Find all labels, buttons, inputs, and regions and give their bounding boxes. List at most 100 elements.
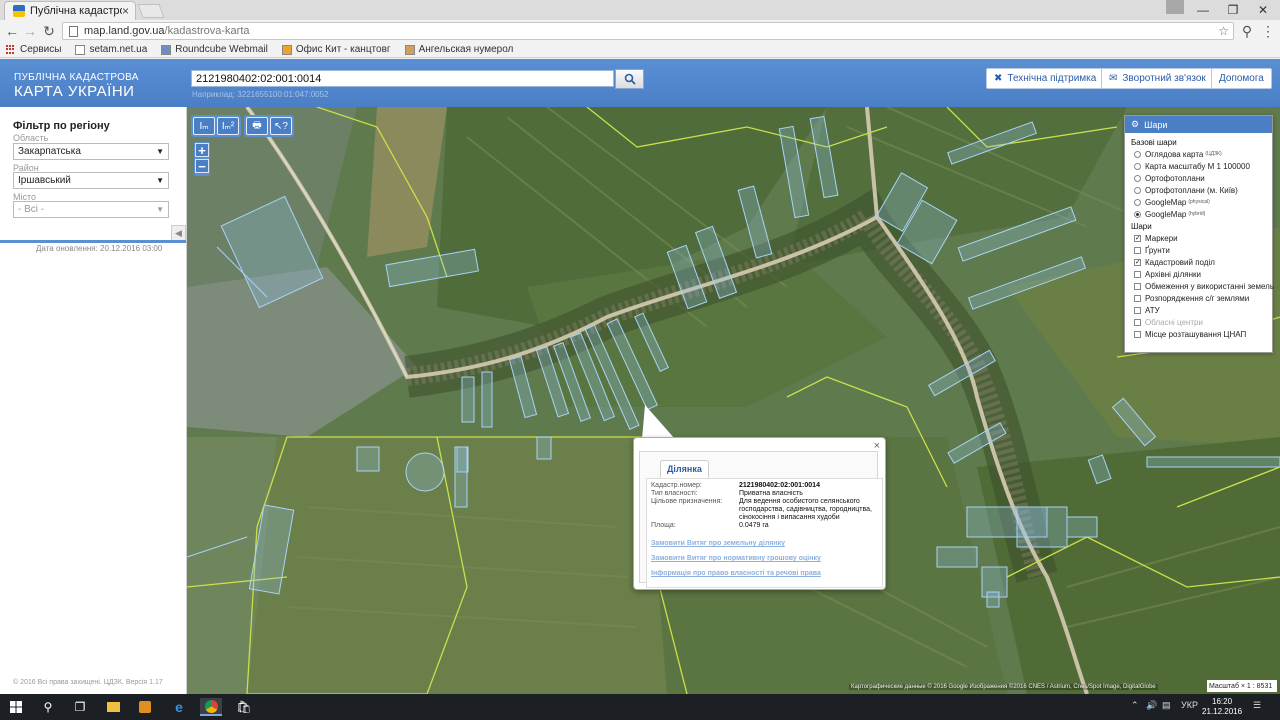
collapse-sidebar-button[interactable]: ◀ [171,225,186,241]
radio-button[interactable] [1134,210,1141,218]
checkbox[interactable]: ✓ [1134,234,1141,242]
order-valuation-link[interactable]: Замовити Витяг про нормативну грошову оц… [651,555,878,562]
page-info-icon[interactable] [69,25,78,37]
overlay-layer-option[interactable]: Ґрунти [1125,244,1272,256]
bookmark-label: Roundcube Webmail [175,44,268,55]
taskbar-clock[interactable]: 16:20 21.12.2016 [1202,697,1242,717]
base-layer-label: Ортофотоплани [1145,173,1205,183]
measure-area-button[interactable]: Iₘ² [217,117,239,135]
bookmark-angel[interactable]: Ангельская нумерол [404,44,513,55]
search-taskbar-icon[interactable]: ⚲ [37,698,59,716]
overlay-layer-label: Місце розташування ЦНАП [1145,329,1247,339]
base-layers-list: Оглядова карта (ЦДЗК) Карта масштабу М 1 1… [1125,148,1272,220]
logo-subtitle[interactable]: ПУБЛІЧНА КАДАСТРОВА [14,72,139,83]
chrome-taskbar-icon[interactable] [200,698,222,716]
overlay-layer-option[interactable]: ✓ Маркери [1125,232,1272,244]
overlay-layer-option[interactable]: АТУ [1125,304,1272,316]
search-button[interactable] [615,69,644,89]
map-scale: Масштаб × 1 : 8531 [1207,680,1277,692]
ownership-type: Приватна власність [739,490,803,497]
bookmark-roundcube[interactable]: Roundcube Webmail [161,44,268,55]
update-date: Дата оновлення: 20.12.2016 03:00 [36,244,163,253]
radio-button[interactable] [1134,198,1141,206]
oblast-select[interactable]: Закарпатська ▼ [13,143,169,160]
checkbox[interactable]: ✓ [1134,258,1141,266]
tab-parcel[interactable]: Ділянка [660,460,709,478]
checkbox[interactable] [1134,330,1141,338]
back-icon[interactable]: ← [3,22,21,40]
windows-logo-icon [10,701,22,713]
zoom-out-button[interactable]: − [195,159,209,174]
layers-header[interactable]: ⚙ Шари [1125,116,1272,133]
measure-distance-button[interactable]: Iₘ [193,117,215,135]
order-extract-link[interactable]: Замовити Витяг про земельну ділянку [651,540,878,547]
browser-toolbar: ← → ↻ map.land.gov.ua/kadastrova-karta ☆… [0,20,1280,42]
edge-browser-icon[interactable]: e [168,698,190,716]
radio-button[interactable] [1134,174,1141,182]
overlay-layer-option[interactable]: Місце розташування ЦНАП [1125,328,1272,340]
media-player-icon[interactable] [134,698,156,716]
search-icon [624,73,636,85]
base-layer-option[interactable]: GoogleMap (hybrid) [1125,208,1272,220]
checkbox[interactable] [1134,246,1141,254]
maximize-icon[interactable]: ❐ [1216,0,1250,20]
base-layer-option[interactable]: Оглядова карта (ЦДЗК) [1125,148,1272,160]
overlay-layer-option[interactable]: Архівні ділянки [1125,268,1272,280]
feedback-button[interactable]: ✉ Зворотний зв'язок [1101,68,1214,89]
bookmark-star-icon[interactable]: ☆ [1218,24,1229,38]
radio-button[interactable] [1134,162,1141,170]
base-layer-option[interactable]: Ортофотоплани (м. Київ) [1125,184,1272,196]
file-explorer-icon[interactable] [102,698,124,716]
logo-title[interactable]: КАРТА УКРАЇНИ [14,83,134,100]
oblast-label: Область [13,133,49,143]
reload-icon[interactable]: ↻ [40,22,58,40]
base-layer-option[interactable]: Карта масштабу М 1 100000 [1125,160,1272,172]
overlay-layer-option: Обласні центри [1125,316,1272,328]
overlay-layer-option[interactable]: ✓ Кадастровий поділ [1125,256,1272,268]
checkbox[interactable] [1134,294,1141,302]
minimize-icon[interactable]: — [1186,0,1220,20]
filter-title: Фільтр по регіону [13,120,110,132]
overlay-layer-option[interactable]: Розпорядження с/г землями [1125,292,1272,304]
ownership-info-link[interactable]: Інформація про право власності та речові… [651,570,878,577]
identify-button[interactable]: ↖? [270,117,292,135]
browser-tab[interactable]: Публічна кадастрова ка × [4,1,136,20]
language-indicator[interactable]: УКР [1181,700,1198,710]
network-icon[interactable]: ▤ [1162,700,1171,711]
bookmark-services[interactable]: Сервисы [6,44,61,55]
clock-date: 21.12.2016 [1202,707,1243,716]
print-button[interactable]: 🖶 [246,117,268,135]
checkbox[interactable] [1134,282,1141,290]
new-tab-button[interactable] [137,4,165,18]
help-button[interactable]: Допомога [1211,68,1272,89]
radio-button[interactable] [1134,150,1141,158]
task-view-icon[interactable]: ❐ [69,698,91,716]
user-profile-icon[interactable] [1166,0,1184,14]
rayon-select[interactable]: Іршавський ▼ [13,172,169,189]
checkbox[interactable] [1134,306,1141,314]
volume-icon[interactable]: 🔊 [1146,700,1157,711]
misto-select[interactable]: - Всі - ▼ [13,201,169,218]
map-attribution: Картографические данные © 2016 Google Из… [849,684,1158,690]
search-lens-icon[interactable]: ⚲ [1238,22,1256,40]
zoom-in-button[interactable]: + [195,143,209,158]
forward-icon[interactable]: → [21,22,39,40]
checkbox[interactable] [1134,270,1141,278]
notifications-icon[interactable]: ☰ [1253,700,1261,711]
radio-button[interactable] [1134,186,1141,194]
tray-chevron-icon[interactable]: ⌃ [1131,700,1139,711]
base-layer-option[interactable]: GoogleMap (physical) [1125,196,1272,208]
store-icon[interactable]: 🛍 [233,698,255,716]
windows-start-icon[interactable] [5,698,27,716]
bookmark-setam[interactable]: setam.net.ua [75,44,147,55]
tech-support-button[interactable]: ✖ Технічна підтримка [986,68,1105,89]
cadastral-search-input[interactable] [191,70,614,87]
chrome-menu-icon[interactable]: ⋮ [1259,22,1277,40]
base-layer-option[interactable]: Ортофотоплани [1125,172,1272,184]
window-close-icon[interactable]: ✕ [1246,0,1280,20]
bookmark-office-kit[interactable]: Офис Кит - канцтовг [281,44,391,55]
tab-close-icon[interactable]: × [122,4,129,18]
cadastral-map[interactable]: Iₘ Iₘ² 🖶 ↖? + − ⚙ Шари Базові шари Огляд… [187,107,1280,694]
address-bar[interactable]: map.land.gov.ua/kadastrova-karta ☆ [62,22,1234,40]
overlay-layer-option[interactable]: Обмеження у використанні земель [1125,280,1274,292]
